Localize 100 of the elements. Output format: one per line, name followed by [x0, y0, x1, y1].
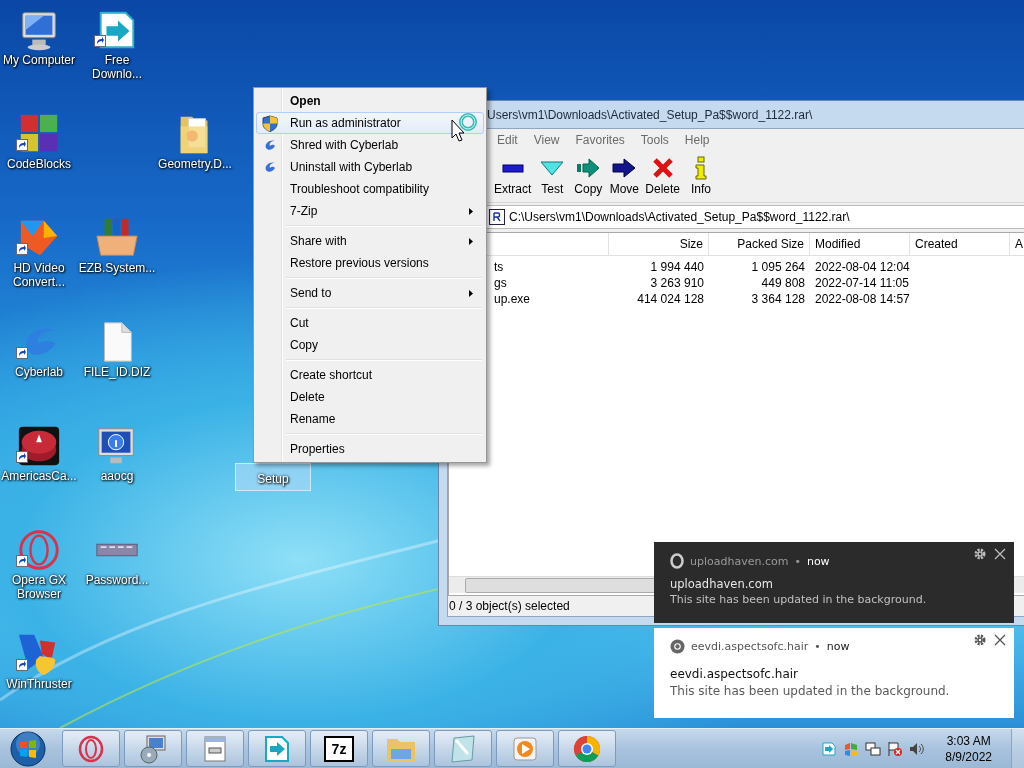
- column-header[interactable]: Size: [609, 233, 709, 255]
- menu-item[interactable]: Delete: [256, 386, 484, 408]
- menu-item[interactable]: Send to: [256, 282, 484, 304]
- show-desktop-button[interactable]: [1011, 729, 1024, 768]
- chrome-icon: [572, 733, 602, 764]
- taskbar-button[interactable]: [62, 730, 120, 767]
- table-cell-text: 1 095 264: [750, 260, 806, 274]
- installer-icon: [138, 733, 168, 764]
- notification-title: eevdi.aspectsofc.hair: [670, 666, 798, 682]
- shortcut-arrow-icon: [94, 35, 106, 47]
- taskbar-button[interactable]: [558, 730, 616, 767]
- notification-time: now: [806, 554, 830, 568]
- table-cell-text: 449 808: [760, 276, 806, 290]
- taskbar-button[interactable]: 7z: [310, 730, 368, 767]
- menu-item[interactable]: Uninstall with Cyberlab: [256, 156, 484, 178]
- menu-item[interactable]: Edit: [490, 131, 525, 149]
- column-header[interactable]: Packed Size: [709, 233, 810, 255]
- network-icon[interactable]: [865, 740, 882, 757]
- submenu-arrow-icon: [469, 207, 473, 215]
- column-header[interactable]: Created: [910, 233, 1010, 255]
- swirl-icon: [263, 138, 277, 152]
- window-icon: [203, 734, 227, 763]
- notification-time: now: [826, 639, 850, 653]
- menu-item[interactable]: Troubleshoot compatibility: [256, 178, 484, 200]
- toolbar-button[interactable]: Test: [534, 154, 571, 198]
- taskbar-button[interactable]: [186, 730, 244, 767]
- table-cell-text: up.exe: [493, 292, 532, 306]
- toolbar-button[interactable]: Move: [606, 154, 643, 198]
- taskbar-button[interactable]: [372, 730, 430, 767]
- double-arrow-icon: [576, 156, 601, 180]
- site-name: eevdi.aspectsofc.hair: [691, 639, 809, 653]
- window-title: Users\vm1\Downloads\Activated_Setup_Pa$$word_1122.rar\: [487, 107, 813, 122]
- play-icon: [511, 734, 539, 763]
- toolbar-button[interactable]: Info: [683, 154, 720, 198]
- menu-item[interactable]: Help: [677, 131, 717, 149]
- menu-item[interactable]: Copy: [256, 334, 484, 356]
- ring-icon: [78, 734, 104, 763]
- x-mark-icon: [651, 156, 674, 180]
- settings-button[interactable]: [974, 548, 986, 560]
- shortcut-arrow-icon: [16, 347, 28, 359]
- archiver-icon: 7z: [324, 735, 354, 762]
- info-icon: [693, 156, 710, 180]
- menu-item[interactable]: Restore previous versions: [256, 252, 484, 274]
- toolbar-button[interactable]: Extract: [491, 154, 535, 198]
- menu-item[interactable]: Rename: [256, 408, 484, 430]
- menu-item[interactable]: Cut: [256, 312, 484, 334]
- archive-file-icon: [489, 209, 505, 225]
- arrow-app-icon: [262, 733, 292, 764]
- menu-item[interactable]: Shred with Cyberlab: [256, 134, 484, 156]
- table-cell-text: ts: [493, 260, 505, 274]
- toolbar-button[interactable]: Copy: [570, 154, 607, 198]
- toolbar-button[interactable]: Delete: [642, 154, 684, 198]
- taskbar-button[interactable]: [434, 730, 492, 767]
- table-cell-text: 2022-07-14 11:05: [814, 276, 910, 290]
- menu-item[interactable]: Create shortcut: [256, 364, 484, 386]
- arrow-app-icon[interactable]: [821, 740, 838, 757]
- close-button[interactable]: [994, 548, 1006, 560]
- table-cell-text: 414 024 128: [636, 292, 705, 306]
- desktop-icon[interactable]: Free Downlo...: [79, 4, 155, 108]
- color-flag-icon[interactable]: [843, 740, 860, 757]
- separator-dot: •: [794, 554, 801, 568]
- menu-item[interactable]: 7-Zip: [256, 200, 484, 222]
- separator-dot: •: [814, 639, 821, 653]
- notification-title: uploadhaven.com: [670, 576, 773, 592]
- site-name: uploadhaven.com: [690, 554, 789, 568]
- clock[interactable]: 3:03 AM 8/9/2022: [945, 732, 992, 765]
- desktop-icon[interactable]: Geometry.D...: [157, 108, 233, 212]
- close-button[interactable]: [994, 634, 1006, 646]
- submenu-arrow-icon: [469, 289, 473, 297]
- table-cell-text: 3 263 910: [649, 276, 705, 290]
- menu-item[interactable]: Properties: [256, 438, 484, 460]
- settings-button[interactable]: [974, 634, 986, 646]
- menu-item[interactable]: Run as administrator: [256, 112, 484, 134]
- column-header[interactable]: Modified: [810, 233, 910, 255]
- notification-body: This site has been updated in the background.: [670, 683, 950, 700]
- menu-item[interactable]: Tools: [633, 131, 676, 149]
- menu-item[interactable]: Open: [256, 90, 484, 112]
- busy-cursor-icon: [450, 112, 480, 144]
- desktop-icon[interactable]: HD Video Convert...: [1, 212, 77, 316]
- desktop-icon[interactable]: EZB.System...: [79, 212, 155, 316]
- flag-x-icon[interactable]: [887, 740, 904, 757]
- desktop-icon[interactable]: My Computer: [1, 4, 77, 108]
- notification-body: This site has been updated in the background.: [670, 592, 927, 608]
- column-header[interactable]: A: [1010, 233, 1024, 255]
- taskbar-button[interactable]: [124, 730, 182, 767]
- menu-item[interactable]: Favorites: [568, 131, 632, 149]
- taskbar-button[interactable]: [496, 730, 554, 767]
- menu-item[interactable]: Share with: [256, 230, 484, 252]
- submenu-arrow-icon: [469, 237, 473, 245]
- menu-item[interactable]: View: [526, 131, 567, 149]
- swirl-icon: [263, 160, 277, 174]
- table-cell-text: gs: [493, 276, 508, 290]
- chrome-icon: [670, 638, 685, 654]
- table-cell-text: 2022-08-08 14:57: [814, 292, 910, 306]
- start-button[interactable]: [8, 728, 48, 768]
- taskbar-button[interactable]: [248, 730, 306, 767]
- notepad-icon: [448, 733, 478, 764]
- desktop-icon[interactable]: CodeBlocks: [1, 108, 77, 212]
- table-cell-text: 2022-08-04 12:04: [814, 260, 910, 274]
- status-text: 0 / 3 object(s) selected: [449, 599, 570, 613]
